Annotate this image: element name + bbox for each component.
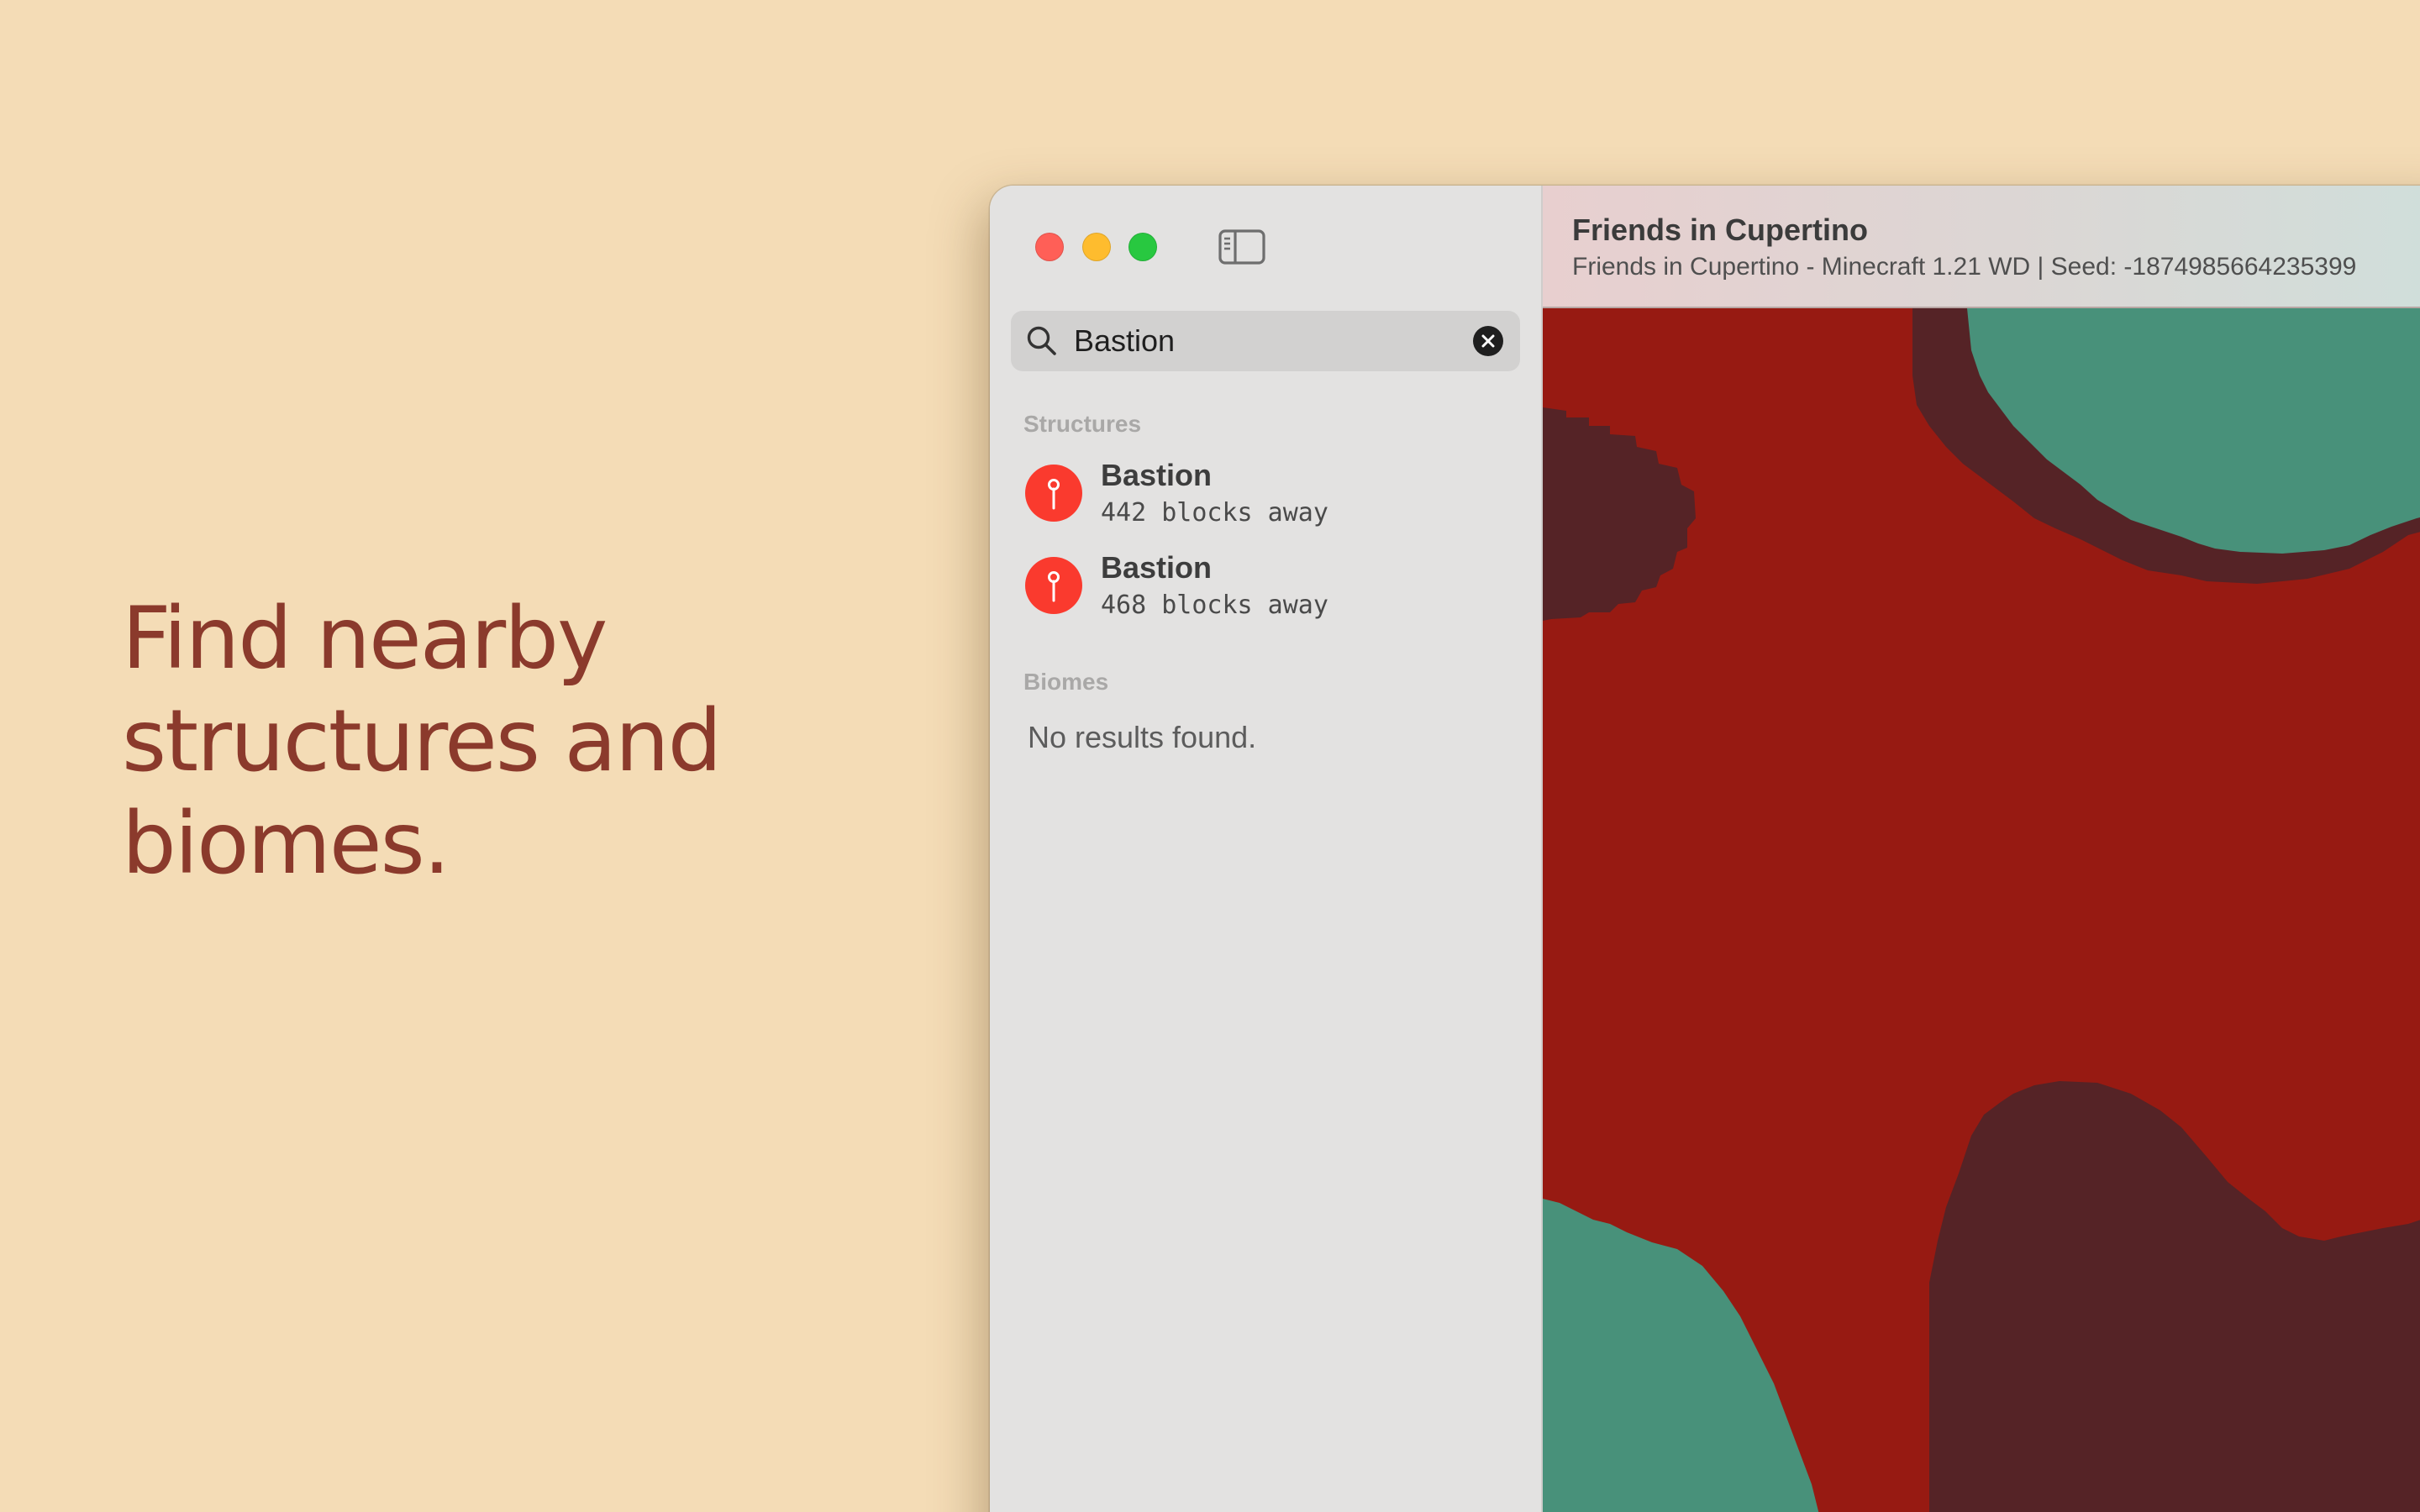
structure-distance: 442 blocks away [1101, 498, 1328, 528]
structure-name: Bastion [1101, 458, 1213, 492]
window-subtitle: Friends in Cupertino - Minecraft 1.21 WD… [1572, 253, 2357, 281]
biomes-section-header: Biomes [1023, 669, 1109, 695]
pin-icon [1025, 557, 1082, 614]
headline-line-2: structures and [122, 691, 722, 791]
marketing-headline: Find nearby structures and biomes. [122, 588, 878, 895]
pin-icon [1025, 465, 1082, 522]
biome-map-canvas[interactable] [1543, 308, 2420, 1512]
window-titlebar: Friends in Cupertino Friends in Cupertin… [1543, 186, 2420, 308]
app-window: Bastion Structures Bastion 442 blocks aw… [990, 186, 2420, 1512]
structures-section-header: Structures [1023, 411, 1142, 437]
structure-result-item[interactable]: Bastion 442 blocks away [1025, 454, 1512, 535]
search-icon [1027, 326, 1056, 355]
search-input[interactable]: Bastion [1074, 311, 1175, 371]
minimize-window-button[interactable] [1082, 233, 1111, 261]
zoom-window-button[interactable] [1128, 233, 1157, 261]
headline-line-3: biomes. [122, 794, 450, 894]
close-window-button[interactable] [1035, 233, 1064, 261]
search-field[interactable]: Bastion [1011, 311, 1520, 371]
structure-name: Bastion [1101, 550, 1213, 585]
structure-distance: 468 blocks away [1101, 591, 1328, 620]
biomes-empty-text: No results found. [1028, 720, 1257, 754]
sidebar: Bastion Structures Bastion 442 blocks aw… [990, 186, 1543, 1512]
clear-search-icon[interactable] [1473, 326, 1503, 356]
structure-result-item[interactable]: Bastion 468 blocks away [1025, 547, 1512, 627]
sidebar-toggle-icon[interactable] [1218, 229, 1265, 265]
headline-line-1: Find nearby [122, 589, 608, 689]
window-title: Friends in Cupertino [1572, 213, 1869, 247]
main-content: Friends in Cupertino Friends in Cupertin… [1543, 186, 2420, 1512]
biome-map[interactable] [1543, 308, 2420, 1512]
